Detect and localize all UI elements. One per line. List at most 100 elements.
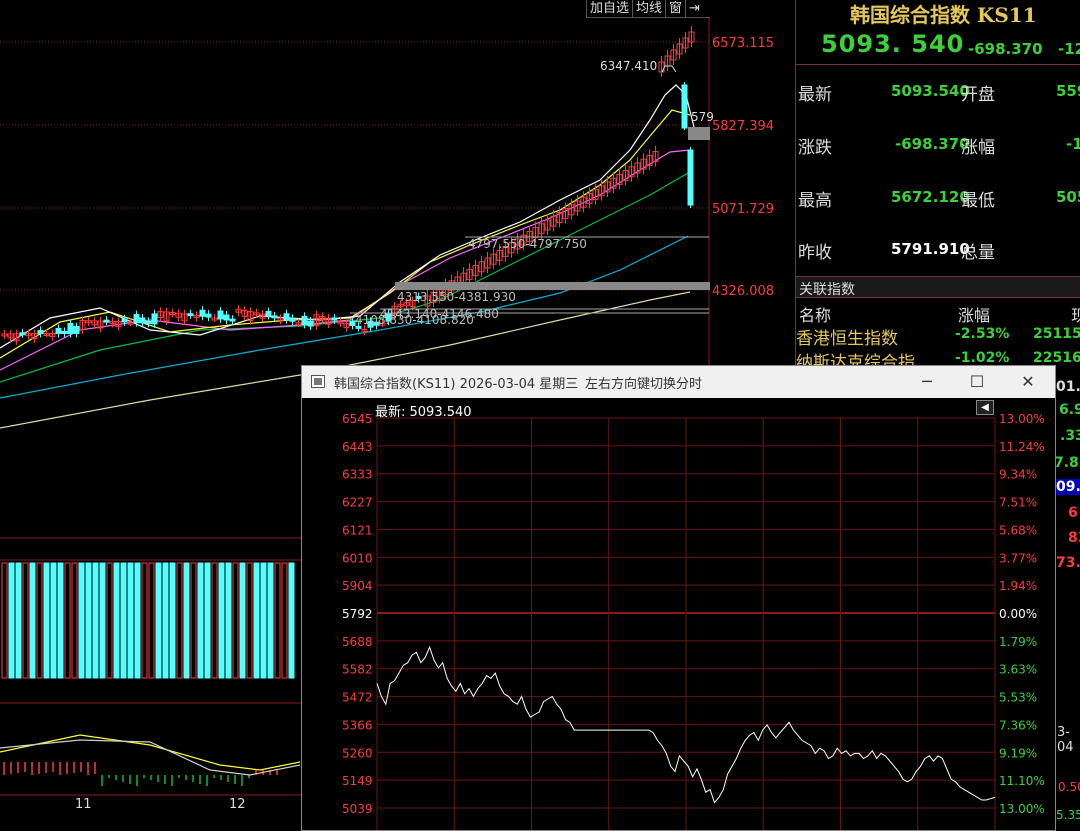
ma-line-button[interactable]: 均线 [632, 0, 665, 17]
candle-body [151, 313, 158, 325]
volume-bar [183, 562, 190, 679]
y-left-tick: 6227 [342, 496, 373, 510]
y-right-tick: 13.00% [999, 802, 1045, 816]
y-axis-label-3: 5071.729 [712, 202, 774, 217]
back-arrow-icon[interactable]: ◀ [976, 400, 994, 415]
y-right-tick: 11.10% [999, 774, 1045, 788]
y-right-tick: 3.77% [999, 551, 1037, 565]
candle-body [283, 313, 290, 321]
row-label: 涨幅 [961, 138, 995, 158]
volume-bar [141, 562, 148, 679]
close-icon[interactable]: ✕ [1005, 368, 1051, 396]
y-left-tick: 5472 [342, 691, 373, 705]
candle-body [199, 309, 206, 317]
chart-toolbar: 加自选 均线 窗 ⇥ [586, 0, 710, 18]
y-right-tick: 9.19% [999, 746, 1037, 760]
volume-bar [232, 562, 239, 679]
y-right-tick: 5.68% [999, 523, 1037, 537]
volume-bar [218, 562, 225, 679]
partial-value: .33 [1060, 428, 1080, 444]
app-icon [311, 375, 325, 388]
intraday-grid [376, 417, 996, 830]
maximize-icon[interactable]: ☐ [954, 368, 1000, 396]
volume-bar [36, 562, 43, 679]
row-value: -698.370 [895, 135, 970, 153]
partial-value: 73.5 [1056, 555, 1080, 571]
row-value: 5093.540 [891, 82, 970, 100]
candle-body [687, 149, 694, 206]
candle-body [61, 330, 68, 334]
volume-bar [260, 562, 267, 679]
candle-body [681, 84, 688, 129]
related-price: 22516. [1033, 350, 1080, 366]
minimize-icon[interactable]: ─ [904, 368, 950, 396]
candle-body [205, 313, 212, 318]
intraday-chart: 6545 13.00% 6443 11.24% 6333 9.34% 6227 7.51% 61… [342, 412, 1045, 830]
volume-bar [127, 562, 134, 679]
row-value: -1 [1066, 135, 1080, 153]
y-right-tick: 11.24% [999, 440, 1045, 454]
quote-row-latest: 最新 5093.540 开盘 559 [796, 80, 1080, 110]
volume-bar [197, 562, 204, 679]
y-left-tick: 6545 [342, 412, 373, 426]
row-value: 505 [1056, 188, 1080, 206]
candle-body [331, 317, 338, 321]
candle-body [121, 318, 128, 323]
volume-bar [22, 562, 29, 679]
popup-titlebar[interactable]: 韩国综合指数(KS11) 2026-03-04 星期三 左右方向键切换分时 ─ … [302, 366, 1055, 398]
volume-bar [155, 562, 162, 679]
volume-bar [169, 562, 176, 679]
y-right-tick: 5.53% [999, 691, 1037, 705]
y-left-tick: 5260 [342, 746, 373, 760]
partial-date: 3-04 [1057, 725, 1074, 755]
price-range-markers [350, 65, 710, 314]
y-right-tick: 7.51% [999, 496, 1037, 510]
y-left-tick: 5366 [342, 718, 373, 732]
latest-price-label: 最新: 5093.540 [375, 405, 472, 420]
quote-panel: 韩国综合指数 KS11 5093. 540 -698.370 -12. 最新 5… [795, 0, 1080, 370]
related-change: -2.53% [955, 326, 1010, 342]
volume-bar [204, 562, 211, 679]
row-label: 昨收 [798, 243, 832, 263]
partial-value: 01. [1056, 379, 1080, 395]
macd-dea-line [0, 734, 301, 771]
volume-bar [225, 562, 232, 679]
ma-line [0, 149, 691, 371]
volume-bar [71, 562, 78, 679]
current-price: 5093. 540 [821, 30, 965, 58]
y-left-tick: 5792 [342, 607, 373, 621]
index-title: 韩国综合指数 KS11 [850, 3, 1037, 27]
row-value: 559 [1056, 82, 1080, 100]
y-left-tick: 5904 [342, 579, 373, 593]
candle-body [67, 322, 74, 334]
related-name: 香港恒生指数 [796, 329, 898, 349]
y-right-tick: 1.94% [999, 579, 1037, 593]
popup-title: 韩国综合指数(KS11) 2026-03-04 星期三 [334, 377, 579, 392]
candle-body [271, 315, 278, 319]
candle-body [103, 319, 110, 323]
volume-bar [274, 562, 281, 679]
related-price: 25115. [1033, 326, 1080, 342]
volume-bar [134, 562, 141, 679]
volume-bar [50, 562, 57, 679]
range-label-2: 4313.550-4381.930 [397, 290, 516, 304]
candle-body [37, 330, 44, 335]
y-axis-label-4: 4326.008 [712, 284, 774, 299]
partial-pct: 5.35% [1056, 808, 1080, 822]
partial-value: 6 [1068, 505, 1078, 521]
volume-bar [78, 562, 85, 679]
candle-body [139, 317, 146, 324]
pin-icon[interactable]: ⇥ [685, 0, 703, 17]
volume-bar [57, 562, 64, 679]
row-label: 总量 [961, 243, 995, 263]
add-watchlist-button[interactable]: 加自选 [586, 0, 632, 17]
row-label: 最新 [798, 85, 832, 105]
intraday-chart-area[interactable]: 6545 13.00% 6443 11.24% 6333 9.34% 6227 7.51% 61… [302, 398, 1055, 830]
volume-bar [288, 562, 295, 679]
row-label: 最高 [798, 191, 832, 211]
volume-bar [246, 562, 253, 679]
y-left-tick: 6010 [342, 551, 373, 565]
volume-bar [120, 562, 127, 679]
y-right-tick: 1.79% [999, 635, 1037, 649]
window-button[interactable]: 窗 [665, 0, 685, 17]
